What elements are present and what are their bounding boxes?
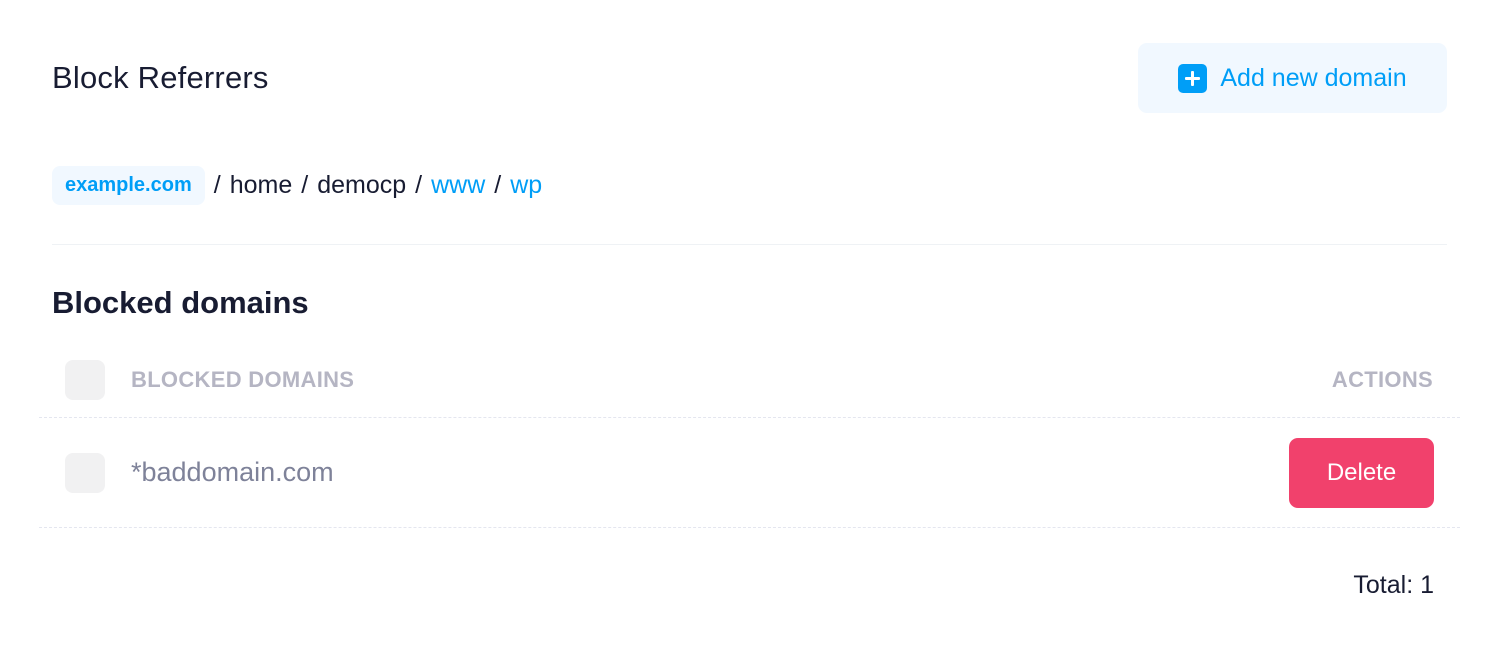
add-new-domain-label: Add new domain: [1220, 63, 1407, 92]
breadcrumb-link-www[interactable]: www: [431, 171, 485, 200]
delete-button[interactable]: Delete: [1289, 437, 1434, 508]
breadcrumb: example.com / home / democp / www / wp: [52, 166, 542, 205]
select-all-checkbox[interactable]: [65, 359, 105, 400]
total-count: Total: 1: [1353, 571, 1434, 599]
breadcrumb-link-wp[interactable]: wp: [510, 171, 542, 200]
page-title: Block Referrers: [52, 60, 269, 95]
column-header-blocked-domains: BLOCKED DOMAINS: [131, 366, 355, 392]
table-row: *baddomain.com Delete: [39, 418, 1460, 528]
divider: [52, 244, 1447, 245]
column-header-actions: ACTIONS: [1331, 366, 1433, 392]
plus-square-icon: [1178, 63, 1208, 93]
breadcrumb-domain[interactable]: example.com: [52, 166, 205, 205]
section-title: Blocked domains: [52, 285, 309, 320]
blocked-domains-table: BLOCKED DOMAINS ACTIONS *baddomain.com D…: [39, 342, 1460, 528]
breadcrumb-separator: /: [213, 171, 221, 199]
page-header: Block Referrers Add new domain: [52, 43, 1447, 113]
breadcrumb-item-democp: democp: [317, 171, 407, 199]
row-checkbox[interactable]: [65, 452, 105, 493]
breadcrumb-item-home: home: [229, 171, 293, 199]
breadcrumb-separator: /: [301, 171, 309, 199]
table-header-row: BLOCKED DOMAINS ACTIONS: [39, 342, 1460, 418]
breadcrumb-separator: /: [494, 171, 502, 199]
block-referrers-page: Block Referrers Add new domain example.c…: [0, 0, 1498, 662]
add-new-domain-button[interactable]: Add new domain: [1138, 43, 1447, 113]
breadcrumb-separator: /: [415, 171, 423, 199]
blocked-domain-cell: *baddomain.com: [131, 457, 334, 487]
